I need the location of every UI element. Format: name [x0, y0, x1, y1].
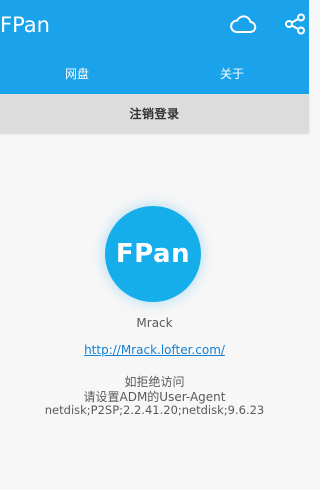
cloud-button[interactable]	[227, 10, 259, 42]
tab-netdisk[interactable]: 网盘	[0, 52, 154, 94]
note-line-3: netdisk;P2SP;2.2.41.20;netdisk;9.6.23	[44, 403, 265, 417]
logout-label: 注销登录	[129, 107, 180, 121]
logo-circle: FPan	[105, 206, 201, 302]
author-name: Mrack	[136, 316, 173, 330]
logout-button[interactable]: 注销登录	[0, 94, 309, 133]
share-icon	[284, 13, 306, 39]
tab-bar: 网盘 关于	[0, 52, 309, 94]
app-title: FPan	[0, 13, 50, 37]
tab-netdisk-label: 网盘	[64, 66, 89, 81]
author-link[interactable]: http://Mrack.lofter.com/	[0, 343, 309, 357]
share-button[interactable]	[279, 10, 311, 42]
tab-about-label: 关于	[219, 66, 244, 81]
app-bar: FPan	[0, 0, 309, 52]
app-logo: FPan	[105, 206, 201, 302]
tab-about[interactable]: 关于	[155, 52, 309, 94]
cloud-icon	[229, 13, 257, 39]
logo-text: FPan	[115, 239, 191, 269]
